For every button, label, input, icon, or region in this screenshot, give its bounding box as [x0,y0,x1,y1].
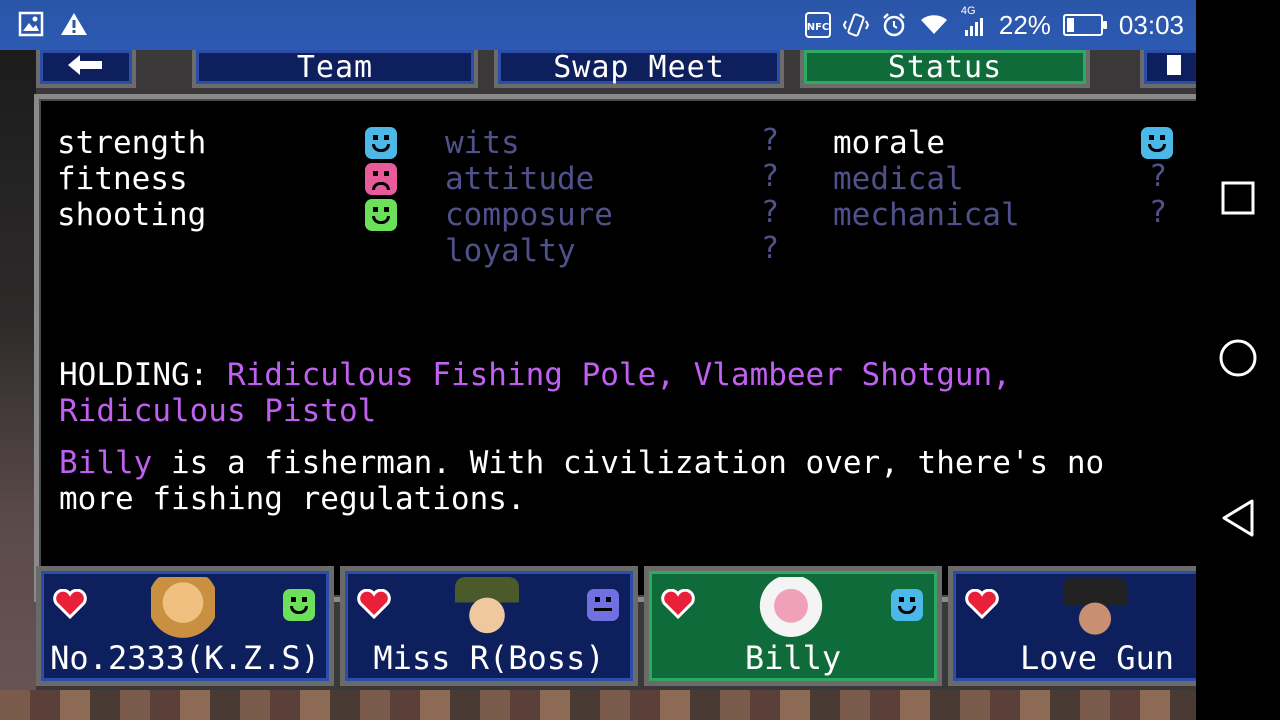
character-card-3[interactable]: Billy [644,566,942,686]
gallery-icon [18,11,44,37]
back-arrow-icon [66,50,106,85]
avatar [455,577,519,641]
description-name: Billy [59,445,153,481]
stat-composure-value: ? [761,195,780,230]
neutral-face-icon [587,589,619,621]
stat-medical-value: ? [1149,159,1168,194]
avatar [759,577,823,641]
tab-team[interactable]: Team [192,50,478,88]
character-description: Billy is a fisherman. With civilization … [59,445,1189,517]
tab-swap-meet-label: Swap Meet [553,50,725,85]
svg-text:NFC: NFC [807,22,830,33]
wifi-icon [919,12,949,38]
tab-next[interactable] [1140,50,1196,88]
background-scenery-left [0,50,36,720]
stat-shooting: shooting [57,197,207,233]
tab-back[interactable] [36,50,136,88]
tab-team-label: Team [296,50,374,85]
stat-attitude: attitude [445,161,595,197]
stat-wits: wits [445,125,520,161]
stat-composure: composure [445,197,613,233]
sad-face-icon [365,163,397,195]
stat-mechanical: mechanical [833,197,1020,233]
circle-icon [1218,338,1258,382]
character-card-2[interactable]: Miss R(Boss) [340,566,638,686]
heart-icon [965,588,999,620]
avatar [151,577,215,641]
stat-morale: morale [833,125,945,161]
game-screen: Team Swap Meet Status strength fitness s… [0,50,1196,720]
next-icon [1165,50,1185,85]
stat-loyalty-value: ? [761,231,780,266]
character-name: No.2333(K.Z.S) [50,639,320,677]
square-icon [1220,180,1256,220]
battery-percent: 22% [998,10,1051,40]
nfc-icon: NFC [804,12,831,38]
character-card-4[interactable]: Love Gun [948,566,1196,686]
recent-apps-button[interactable] [1216,178,1260,222]
heart-icon [661,588,695,620]
heart-icon [357,588,391,620]
character-card-1[interactable]: No.2333(K.Z.S) [36,566,334,686]
happy-face-icon [891,589,923,621]
avatar [1063,577,1127,641]
signal-icon: 4G [961,6,987,38]
tab-status[interactable]: Status [800,50,1090,88]
happy-face-icon [365,127,397,159]
stat-fitness: fitness [57,161,188,197]
triangle-back-icon [1220,498,1256,542]
background-scenery-bottom [0,690,1196,720]
character-name: Miss R(Boss) [373,639,605,677]
happy-face-icon [1141,127,1173,159]
alarm-icon [881,12,907,38]
stat-strength: strength [57,125,207,161]
tab-swap-meet[interactable]: Swap Meet [494,50,784,88]
stat-attitude-value: ? [761,159,780,194]
stat-loyalty: loyalty [445,233,576,269]
home-button[interactable] [1216,338,1260,382]
back-button[interactable] [1216,498,1260,542]
battery-icon [1062,14,1107,36]
vibrate-icon [842,12,869,38]
stat-mechanical-value: ? [1149,195,1168,230]
character-name: Billy [744,639,842,677]
status-panel: strength fitness shooting wits ? attitud… [34,94,1196,602]
happy-face-icon [283,589,315,621]
warning-icon [60,11,88,37]
stat-wits-value: ? [761,123,780,158]
happy-face-icon [365,199,397,231]
android-status-bar: NFC 4G 22% 03:03 [0,0,1280,50]
stat-medical: medical [833,161,964,197]
holding-line: HOLDING: Ridiculous Fishing Pole, Vlambe… [59,357,1189,429]
holding-label: HOLDING: [59,357,209,393]
character-name: Love Gun [1019,639,1175,677]
description-text: is a fisherman. With civilization over, … [59,445,1105,517]
clock: 03:03 [1118,10,1184,40]
tab-status-label: Status [887,50,1003,85]
android-nav-bar [1196,0,1280,720]
heart-icon [53,588,87,620]
